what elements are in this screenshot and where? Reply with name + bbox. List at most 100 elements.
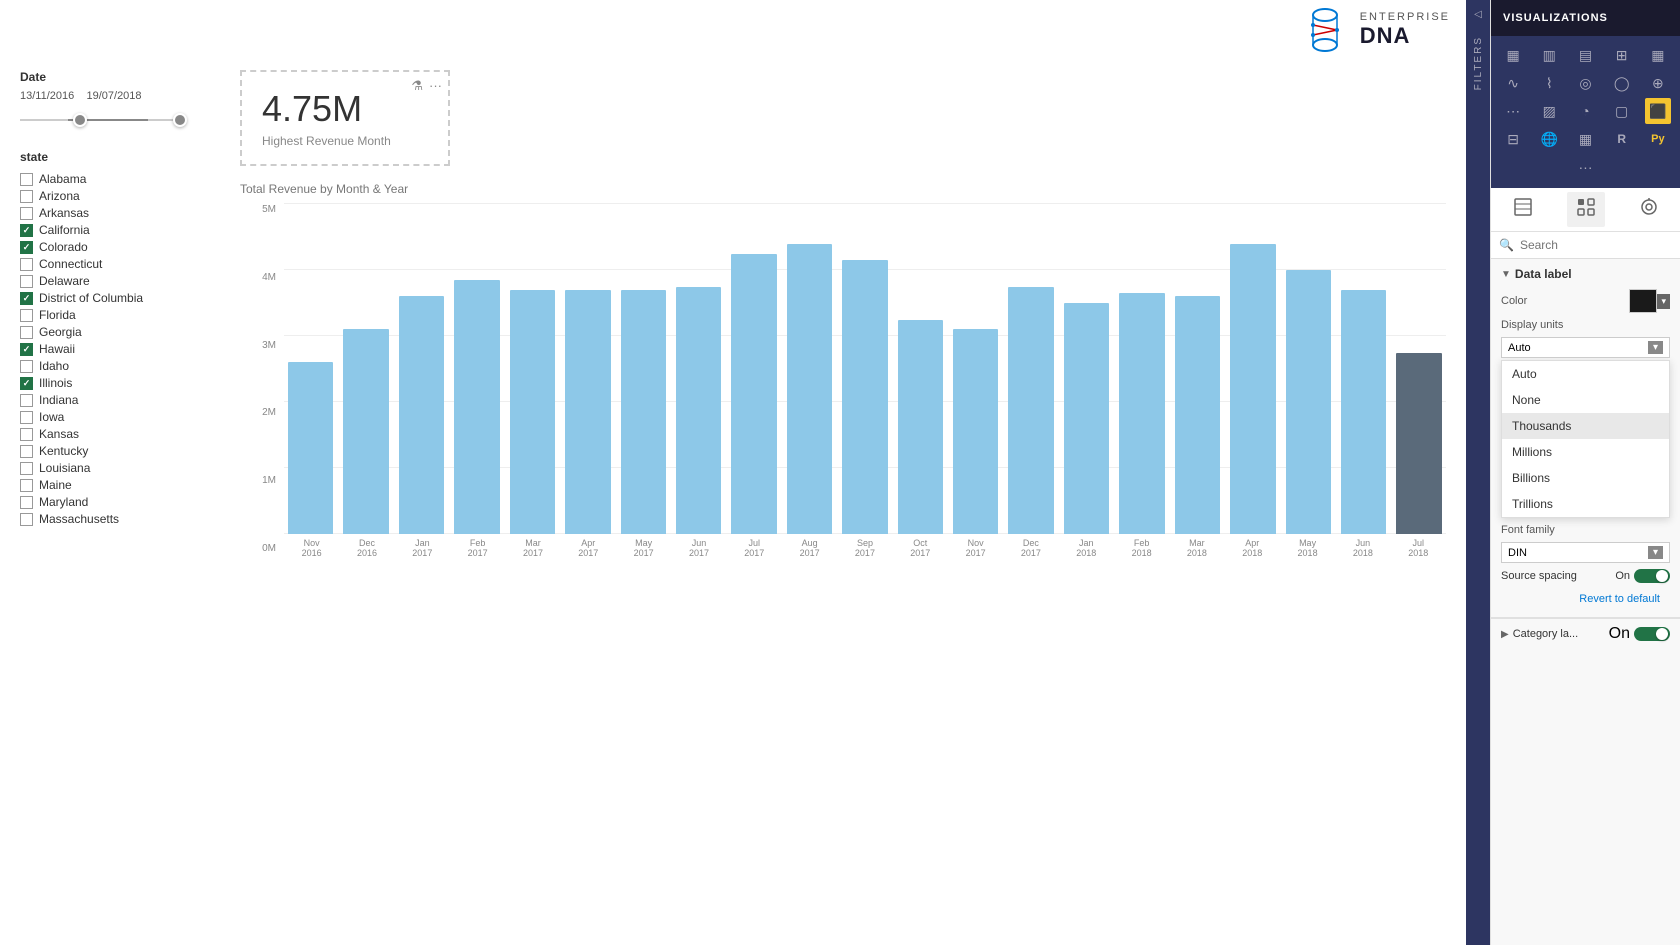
bar-group[interactable] — [1392, 204, 1445, 534]
slicer-icon[interactable]: ⊟ — [1500, 126, 1526, 152]
state-checkbox[interactable] — [20, 241, 33, 254]
bar-group[interactable] — [1060, 204, 1113, 534]
scatter-icon[interactable]: ⋯ — [1500, 98, 1526, 124]
bar-group[interactable] — [1282, 204, 1335, 534]
state-checkbox[interactable] — [20, 326, 33, 339]
state-item[interactable]: Indiana — [20, 393, 220, 407]
data-label-header[interactable]: ▼ Data label — [1501, 267, 1670, 281]
state-checkbox[interactable] — [20, 377, 33, 390]
line-chart-icon[interactable]: ∿ — [1500, 70, 1526, 96]
bar-group[interactable] — [561, 204, 614, 534]
pie-chart-icon[interactable]: ◎ — [1572, 70, 1598, 96]
search-input[interactable] — [1520, 238, 1675, 252]
map-icon[interactable]: ⊕ — [1645, 70, 1671, 96]
state-item[interactable]: Connecticut — [20, 257, 220, 271]
state-checkbox[interactable] — [20, 513, 33, 526]
state-item[interactable]: Kansas — [20, 427, 220, 441]
option-millions[interactable]: Millions — [1502, 439, 1669, 465]
filter-icon[interactable]: ⚗ — [411, 78, 423, 94]
bar-group[interactable] — [727, 204, 780, 534]
state-item[interactable]: Idaho — [20, 359, 220, 373]
analytics-tab[interactable] — [1630, 192, 1668, 227]
state-item[interactable]: California — [20, 223, 220, 237]
state-item[interactable]: Louisiana — [20, 461, 220, 475]
state-checkbox[interactable] — [20, 411, 33, 424]
state-item[interactable]: Arkansas — [20, 206, 220, 220]
state-item[interactable]: Massachusetts — [20, 512, 220, 526]
option-billions[interactable]: Billions — [1502, 465, 1669, 491]
state-item[interactable]: Colorado — [20, 240, 220, 254]
state-item[interactable]: Iowa — [20, 410, 220, 424]
state-item[interactable]: Maine — [20, 478, 220, 492]
state-checkbox[interactable] — [20, 173, 33, 186]
state-item[interactable]: Arizona — [20, 189, 220, 203]
r-icon[interactable]: R — [1609, 126, 1635, 152]
state-checkbox[interactable] — [20, 360, 33, 373]
state-checkbox[interactable] — [20, 224, 33, 237]
funnel-icon[interactable]: ⊞ — [1609, 42, 1635, 68]
format-tab[interactable] — [1567, 192, 1605, 227]
bar-group[interactable] — [672, 204, 725, 534]
state-item[interactable]: Delaware — [20, 274, 220, 288]
revert-link[interactable]: Revert to default — [1501, 589, 1670, 609]
state-checkbox[interactable] — [20, 275, 33, 288]
state-checkbox[interactable] — [20, 292, 33, 305]
state-item[interactable]: Kentucky — [20, 444, 220, 458]
state-item[interactable]: Hawaii — [20, 342, 220, 356]
color-swatch[interactable] — [1629, 289, 1657, 313]
state-item[interactable]: Georgia — [20, 325, 220, 339]
state-item[interactable]: Maryland — [20, 495, 220, 509]
state-item[interactable]: Illinois — [20, 376, 220, 390]
gauge-icon[interactable]: ◔ — [1572, 98, 1598, 124]
bar-group[interactable] — [395, 204, 448, 534]
state-checkbox[interactable] — [20, 207, 33, 220]
font-family-dropdown[interactable]: DIN ▾ — [1501, 542, 1670, 563]
column-chart-icon[interactable]: ▤ — [1572, 42, 1598, 68]
bar-group[interactable] — [1226, 204, 1279, 534]
fields-tab[interactable] — [1504, 192, 1542, 227]
bar-group[interactable] — [949, 204, 1002, 534]
state-item[interactable]: Alabama — [20, 172, 220, 186]
state-checkbox[interactable] — [20, 479, 33, 492]
py-icon[interactable]: Py — [1645, 126, 1671, 152]
kpi-viz-icon[interactable]: ⬛ — [1645, 98, 1671, 124]
option-none[interactable]: None — [1502, 387, 1669, 413]
bar-group[interactable] — [284, 204, 337, 534]
donut-chart-icon[interactable]: ◯ — [1609, 70, 1635, 96]
bar-group[interactable] — [1171, 204, 1224, 534]
date-slider[interactable] — [20, 110, 220, 130]
source-spacing-track[interactable] — [1634, 569, 1670, 583]
card-icon[interactable]: ▢ — [1609, 98, 1635, 124]
color-dropdown-arrow[interactable]: ▾ — [1657, 294, 1670, 309]
state-checkbox[interactable] — [20, 428, 33, 441]
state-checkbox[interactable] — [20, 309, 33, 322]
bar-group[interactable] — [1004, 204, 1057, 534]
source-spacing-toggle[interactable]: On — [1615, 569, 1670, 583]
bar-group[interactable] — [894, 204, 947, 534]
option-trillions[interactable]: Trillions — [1502, 491, 1669, 517]
area-chart-icon[interactable]: ⌇ — [1536, 70, 1562, 96]
bar-chart-icon[interactable]: ▦ — [1500, 42, 1526, 68]
ellipsis-icon[interactable]: ··· — [1573, 154, 1599, 180]
state-item[interactable]: Florida — [20, 308, 220, 322]
state-checkbox[interactable] — [20, 190, 33, 203]
bar-group[interactable] — [617, 204, 670, 534]
more-icon[interactable]: ··· — [429, 78, 442, 94]
category-track[interactable] — [1634, 627, 1670, 641]
bar-group[interactable] — [339, 204, 392, 534]
stacked-bar-icon[interactable]: ▥ — [1536, 42, 1562, 68]
display-units-dropdown[interactable]: Auto ▾ — [1501, 337, 1670, 358]
state-checkbox[interactable] — [20, 445, 33, 458]
state-checkbox[interactable] — [20, 394, 33, 407]
bar-group[interactable] — [506, 204, 559, 534]
bar-group[interactable] — [838, 204, 891, 534]
slider-thumb-right[interactable] — [173, 113, 187, 127]
state-item[interactable]: District of Columbia — [20, 291, 220, 305]
option-auto[interactable]: Auto — [1502, 361, 1669, 387]
waterfall-icon[interactable]: ▨ — [1536, 98, 1562, 124]
state-checkbox[interactable] — [20, 462, 33, 475]
bar-group[interactable] — [1337, 204, 1390, 534]
category-toggle[interactable]: On — [1609, 625, 1670, 643]
bar-group[interactable] — [450, 204, 503, 534]
state-checkbox[interactable] — [20, 258, 33, 271]
